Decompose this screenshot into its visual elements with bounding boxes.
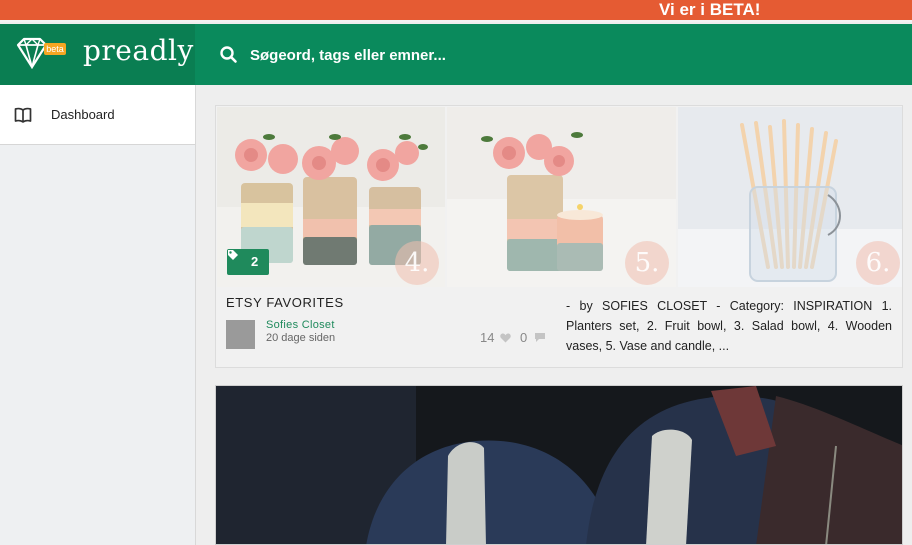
beta-banner-text: Vi er i BETA! <box>659 0 761 19</box>
feed-card-image[interactable] <box>215 385 903 545</box>
comment-icon[interactable] <box>534 332 546 343</box>
collage-image-paper-straws: 6. <box>678 107 902 287</box>
sidebar-item-label: Dashboard <box>51 107 115 122</box>
heart-icon[interactable] <box>500 333 511 343</box>
sidebar: Dashboard <box>0 85 196 545</box>
card-image-collage[interactable]: 4. 2 5. 6. <box>217 107 902 287</box>
author-link[interactable]: Sofies Closet <box>266 319 335 331</box>
tag-count-badge[interactable]: 2 <box>227 249 269 275</box>
logo[interactable]: beta preadly <box>0 24 195 85</box>
card-title[interactable]: ETSY FAVORITES <box>226 295 344 310</box>
sidebar-item-dashboard[interactable]: Dashboard <box>0 85 195 145</box>
comment-count: 0 <box>520 330 528 345</box>
top-header: beta preadly <box>0 24 912 85</box>
beta-banner: Vi er i BETA! <box>0 0 912 22</box>
search-input[interactable] <box>250 40 810 70</box>
like-count: 14 <box>480 330 495 345</box>
search-icon[interactable] <box>219 45 239 65</box>
image-number-badge: 6. <box>856 241 900 285</box>
post-date: 20 dage siden <box>266 332 336 344</box>
card-description: - by SOFIES CLOSET - Category: INSPIRATI… <box>566 299 892 353</box>
backpack-photo <box>216 386 902 544</box>
avatar[interactable] <box>226 320 255 349</box>
logo-text: preadly <box>83 34 194 67</box>
tag-icon <box>228 250 238 260</box>
beta-badge: beta <box>44 43 66 55</box>
collage-image-vase-and-candle: 5. <box>447 107 676 287</box>
book-icon <box>14 107 32 123</box>
image-number-badge: 4. <box>395 241 439 285</box>
tag-count: 2 <box>251 254 259 269</box>
collage-image-wooden-vases: 4. 2 <box>217 107 445 287</box>
feed-card[interactable]: 4. 2 5. 6. ETSY FAVORITES Sofies Closet … <box>215 105 903 368</box>
image-number-badge: 5. <box>625 241 669 285</box>
